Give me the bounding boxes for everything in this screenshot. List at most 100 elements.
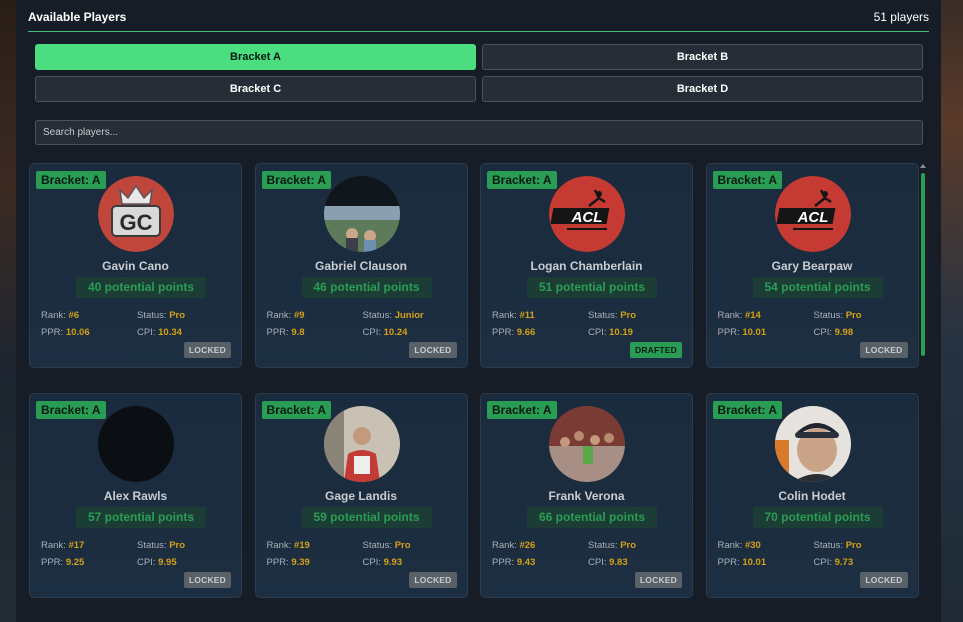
player-card[interactable]: Bracket: A Gage Landis 59 potential poin… [254, 393, 468, 598]
ppr-value: 9.66 [516, 327, 536, 338]
ppr-value: 10.01 [742, 557, 767, 568]
cpi-stat: CPI: 9.83 [588, 557, 628, 568]
status-value: Pro [845, 310, 862, 321]
status-stat: Status: Pro [814, 540, 862, 551]
svg-text:GC: GC [120, 210, 153, 235]
cpi-label: CPI: [588, 327, 607, 338]
drafted-badge: DRAFTED [629, 342, 682, 358]
rank-value: #6 [68, 310, 80, 321]
potential-points: 54 potential points [752, 277, 883, 298]
rank-value: #19 [293, 540, 310, 551]
rank-stat: Rank: #30 [718, 540, 761, 551]
player-card[interactable]: Bracket: A Alex Rawls 57 potential point… [29, 393, 242, 598]
player-card[interactable]: Bracket: A ACL Gary Bearpaw 54 potential… [705, 163, 919, 368]
ppr-label: PPR: [266, 557, 289, 568]
cpi-label: CPI: [362, 557, 381, 568]
player-card[interactable]: Bracket: A GC Gavin Cano 40 potential po… [29, 163, 242, 368]
cpi-label: CPI: [362, 327, 381, 338]
player-card[interactable]: Bracket: A ACL Logan Chamberlain 51 pote… [480, 163, 693, 368]
bracket-badge: Bracket: A [487, 171, 557, 189]
ppr-stat: PPR: 9.25 [41, 557, 84, 568]
tab-bracket-d[interactable]: Bracket D [482, 76, 923, 102]
cpi-value: 10.34 [158, 327, 182, 338]
player-name: Gary Bearpaw [771, 259, 853, 273]
cpi-label: CPI: [813, 557, 832, 568]
cpi-value: 9.73 [834, 557, 854, 568]
search-input[interactable] [35, 120, 923, 145]
player-name: Gavin Cano [102, 259, 169, 273]
cpi-stat: CPI: 9.73 [814, 557, 854, 568]
player-card[interactable]: Bracket: A Colin Hodet 70 potential poin… [705, 393, 919, 598]
tab-bracket-c[interactable]: Bracket C [35, 76, 476, 102]
svg-text:ACL: ACL [571, 209, 603, 226]
player-name: Alex Rawls [103, 489, 168, 503]
locked-badge: LOCKED [183, 342, 231, 358]
rank-value: #11 [519, 310, 535, 321]
bracket-badge: Bracket: A [712, 401, 783, 419]
ppr-stat: PPR: 10.01 [718, 327, 767, 338]
player-name: Frank Verona [548, 489, 625, 503]
rank-stat: Rank: #17 [41, 540, 84, 551]
status-stat: Status: Pro [363, 540, 411, 551]
player-count: 51 players [873, 10, 929, 24]
cpi-value: 9.93 [383, 557, 403, 568]
cpi-label: CPI: [137, 557, 156, 568]
status-label: Status: [588, 540, 618, 551]
ppr-value: 9.43 [516, 557, 536, 568]
rank-value: #30 [744, 540, 761, 551]
ppr-label: PPR: [41, 557, 64, 568]
potential-points: 51 potential points [527, 277, 657, 298]
rank-label: Rank: [717, 540, 743, 551]
ppr-label: PPR: [266, 327, 289, 338]
status-value: Pro [620, 540, 637, 551]
status-label: Status: [362, 540, 393, 551]
player-card[interactable]: Bracket: A Gabriel Clauson 46 potential … [254, 163, 468, 368]
rank-value: #26 [519, 540, 536, 551]
acl-logo-icon: ACL [774, 176, 851, 252]
cpi-stat: CPI: 9.95 [137, 557, 177, 568]
ppr-value: 9.8 [291, 327, 305, 338]
ppr-stat: PPR: 10.06 [41, 327, 90, 338]
rank-stat: Rank: #6 [41, 310, 79, 321]
rank-stat: Rank: #26 [492, 540, 535, 551]
cpi-value: 9.83 [609, 557, 628, 568]
status-stat: Status: Pro [137, 540, 185, 551]
ppr-value: 10.06 [65, 327, 90, 338]
ppr-label: PPR: [492, 327, 515, 338]
locked-badge: LOCKED [634, 572, 682, 588]
status-value: Pro [394, 540, 411, 551]
ppr-stat: PPR: 10.01 [718, 557, 767, 568]
rank-value: #9 [293, 310, 305, 321]
cpi-label: CPI: [588, 557, 607, 568]
rank-stat: Rank: #14 [718, 310, 761, 321]
locked-badge: LOCKED [409, 342, 457, 358]
status-stat: Status: Pro [588, 310, 636, 321]
page-title: Available Players [28, 10, 127, 24]
photo-outdoor-icon [323, 176, 400, 252]
rank-label: Rank: [41, 310, 66, 321]
ppr-stat: PPR: 9.8 [267, 327, 305, 338]
bracket-badge: Bracket: A [487, 401, 557, 419]
player-card[interactable]: Bracket: A Frank Verona 66 potential poi… [480, 393, 693, 598]
scroll-thumb[interactable] [921, 173, 925, 356]
cpi-stat: CPI: 10.34 [137, 327, 182, 338]
ppr-value: 9.25 [65, 557, 85, 568]
cpi-label: CPI: [137, 327, 156, 338]
ppr-label: PPR: [492, 557, 515, 568]
scroll-up-icon[interactable] [920, 164, 926, 168]
status-stat: Status: Pro [814, 310, 862, 321]
ppr-value: 10.01 [742, 327, 767, 338]
tab-bracket-a[interactable]: Bracket A [35, 44, 476, 70]
player-grid: Bracket: A GC Gavin Cano 40 potential po… [29, 163, 921, 622]
locked-badge: LOCKED [860, 342, 908, 358]
potential-points: 46 potential points [301, 277, 432, 298]
cpi-value: 9.95 [158, 557, 177, 568]
potential-points: 70 potential points [752, 507, 883, 528]
status-value: Pro [169, 540, 186, 551]
status-label: Status: [137, 310, 167, 321]
scrollbar[interactable] [919, 163, 927, 622]
status-value: Pro [169, 310, 186, 321]
background-left [0, 0, 16, 622]
tab-bracket-b[interactable]: Bracket B [482, 44, 923, 70]
cpi-stat: CPI: 10.19 [588, 327, 633, 338]
